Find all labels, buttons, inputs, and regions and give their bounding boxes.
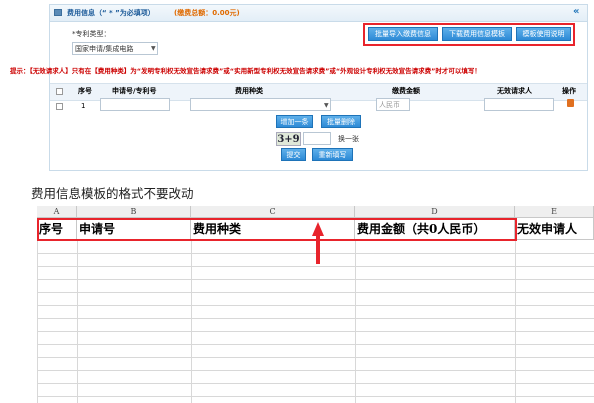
grid-line	[77, 240, 78, 403]
select-all-checkbox[interactable]	[56, 88, 63, 95]
total-amount: (缴费总额：0.00元)	[174, 9, 240, 17]
patent-type-select[interactable]: 国家申请/集成电路 ▼	[72, 42, 158, 55]
red-arrow-icon	[312, 222, 324, 264]
grid-line	[37, 305, 594, 306]
grid-line	[191, 240, 192, 403]
template-help-button[interactable]: 模板使用说明	[516, 27, 571, 41]
column-header-e[interactable]: E	[515, 206, 594, 218]
cell-invalid-applicant-header[interactable]: 无效申请人	[515, 218, 594, 240]
fee-info-panel: 费用信息（“ * ”为必填项） (缴费总额：0.00元) « 批量导入缴费信息 …	[10, 4, 588, 171]
add-row-button[interactable]: 增加一条	[276, 115, 313, 128]
captcha-input[interactable]	[303, 132, 331, 145]
column-header-b[interactable]: B	[77, 206, 191, 218]
tip-text: 提示：【无效请求人】只有在【费用种类】为“发明专利权无效宣告请求费”或“实用新型…	[10, 67, 481, 75]
col-app-number: 申请号/专利号	[112, 87, 157, 95]
grid-line	[37, 318, 594, 319]
col-index: 序号	[78, 87, 92, 95]
reset-button[interactable]: 重新填写	[312, 148, 353, 161]
panel-title: 费用信息（“ * ”为必填项）	[67, 9, 155, 17]
col-amount: 缴费金额	[392, 87, 420, 95]
invalid-requester-input[interactable]	[484, 98, 554, 111]
patent-type-label: *专利类型：	[72, 30, 111, 38]
submit-button[interactable]: 提交	[281, 148, 306, 161]
grid-line	[37, 331, 594, 332]
refresh-captcha-link[interactable]: 换一张	[338, 136, 359, 143]
fee-type-select[interactable]: ▼	[190, 98, 331, 111]
row-checkbox[interactable]	[56, 103, 63, 110]
panel-header: 费用信息（“ * ”为必填项） (缴费总额：0.00元) «	[50, 5, 587, 22]
app-number-input[interactable]	[100, 98, 170, 111]
col-actions: 操作	[562, 87, 576, 95]
grid-line	[37, 344, 594, 345]
download-template-button[interactable]: 下载费用信息模板	[442, 27, 512, 41]
grid-line	[355, 240, 356, 403]
col-invalid-requester: 无效请求人	[497, 87, 532, 95]
grid-line	[37, 357, 594, 358]
grid-line	[37, 279, 594, 280]
batch-delete-button[interactable]: 批量删除	[321, 115, 361, 128]
trash-icon[interactable]	[567, 99, 574, 107]
grid-line	[37, 240, 38, 403]
grid-line	[37, 370, 594, 371]
row-index: 1	[81, 102, 86, 110]
collapse-icon[interactable]: «	[573, 6, 579, 17]
header-highlight	[37, 218, 517, 241]
amount-input[interactable]: 人民币	[376, 98, 410, 111]
template-caption: 费用信息模板的格式不要改动	[31, 186, 194, 201]
grid-line	[37, 266, 594, 267]
col-fee-type: 费用种类	[235, 87, 263, 95]
grid-line	[37, 383, 594, 384]
dropdown-arrow-icon: ▼	[151, 45, 156, 52]
form-icon	[54, 9, 62, 16]
grid-line	[37, 396, 594, 397]
column-header-c[interactable]: C	[191, 206, 355, 218]
captcha-image: 3+9	[276, 132, 301, 146]
grid-line	[515, 240, 516, 403]
dropdown-arrow-icon: ▼	[324, 102, 329, 109]
column-header-a[interactable]: A	[37, 206, 77, 218]
grid-line	[37, 292, 594, 293]
column-header-d[interactable]: D	[355, 206, 515, 218]
template-spreadsheet: A B C D E 序号 申请号 费用种类 费用金额（共0人民币） 无效申请人	[37, 206, 594, 403]
batch-import-button[interactable]: 批量导入缴费信息	[368, 27, 438, 41]
